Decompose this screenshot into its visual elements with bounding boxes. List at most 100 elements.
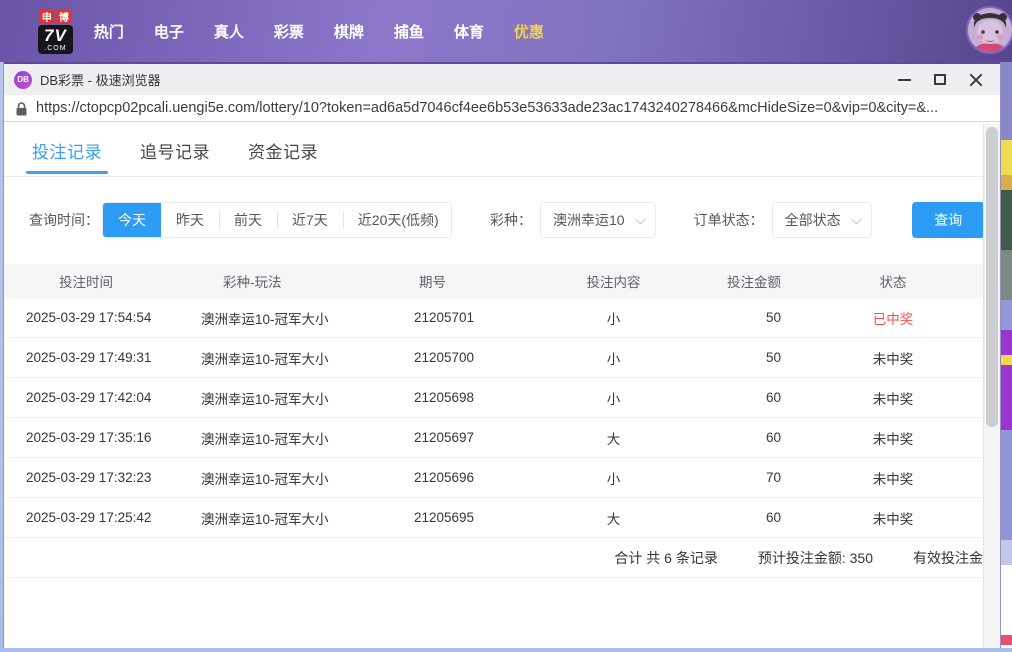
cell-game: 澳洲幸运10-冠军大小 [201,351,329,367]
filter-bar: 查询时间： 今天 昨天 前天 近7天 近20天(低频) 彩种： 澳洲幸运10 订单状态：… [4,201,985,239]
cell-status: 未中奖 [872,471,914,487]
logo-badge-bo: 博 [56,8,72,24]
table-row: 2025-03-29 17:35:16 澳洲幸运10-冠军大小 21205697 大 6… [4,418,985,458]
cell-amount: 70 [765,470,781,485]
cell-content: 小 [606,351,621,367]
main-nav-menu: 热门 电子 真人 彩票 棋牌 捕鱼 体育 优惠 [79,21,559,42]
nav-item-7[interactable]: 优惠 [499,21,559,42]
column-header-2: 期号 [419,275,446,290]
cell-game: 澳洲幸运10-冠军大小 [201,471,329,487]
tab-chase-records[interactable]: 追号记录 [140,124,210,176]
maximize-button[interactable] [922,64,958,95]
page-content: 投注记录 追号记录 资金记录 查询时间： 今天 昨天 前天 近7天 近20天(低频) 彩… [4,124,985,652]
column-header-0: 投注时间 [59,275,113,290]
cell-status: 未中奖 [872,431,914,447]
close-button[interactable] [958,64,994,95]
lottery-select[interactable]: 澳洲幸运10 [540,202,656,238]
table-header-row: 投注时间 彩种-玩法 期号 投注内容 投注金额 状态 [4,264,985,298]
cell-content: 大 [606,511,621,527]
cell-status: 未中奖 [872,511,914,527]
user-avatar[interactable] [966,6,1012,54]
cell-status: 未中奖 [872,351,914,367]
nav-item-4[interactable]: 棋牌 [319,21,379,42]
cell-time: 2025-03-29 17:54:54 [26,310,152,325]
site-logo[interactable]: 申 博 7V .COM [38,8,73,54]
avatar-illustration [968,8,1012,52]
vertical-scrollbar[interactable] [983,124,1000,652]
column-header-4: 投注金额 [727,275,781,290]
logo-box: 7V .COM [38,24,73,54]
cell-time: 2025-03-29 17:49:31 [26,350,152,365]
cell-content: 小 [606,471,621,487]
table-row: 2025-03-29 17:32:23 澳洲幸运10-冠军大小 21205696 小 7… [4,458,985,498]
lock-icon [16,101,27,115]
address-bar[interactable]: https://ctopcp02pcali.uengi5e.com/lotter… [4,95,1000,122]
summary-total: 合计 共 6 条记录 [614,549,718,566]
summary-estimated-amount: 预计投注金额: 350 [757,549,873,566]
nav-item-6[interactable]: 体育 [439,21,499,42]
cell-amount: 60 [765,390,781,405]
order-status-value: 全部状态 [784,212,841,228]
scrollbar-thumb[interactable] [986,127,998,427]
minimize-button[interactable] [886,64,922,95]
minimize-icon [897,78,911,81]
cell-game: 澳洲幸运10-冠军大小 [201,511,329,527]
cell-amount: 60 [765,430,781,445]
chevron-down-icon [635,214,646,225]
table-row: 2025-03-29 17:25:42 澳洲幸运10-冠军大小 21205695 大 6… [4,498,985,538]
time-range-group: 今天 昨天 前天 近7天 近20天(低频) [102,202,452,238]
cell-time: 2025-03-29 17:25:42 [26,510,152,525]
lottery-filter-label: 彩种： [490,212,532,228]
window-controls [886,64,994,95]
window-title: DB彩票 - 极速浏览器 [40,73,161,88]
cell-time: 2025-03-29 17:35:16 [26,430,152,445]
time-option-3[interactable]: 近7天 [277,203,343,237]
nav-item-5[interactable]: 捕鱼 [379,21,439,42]
cell-issue: 21205698 [414,390,475,405]
column-header-1: 彩种-玩法 [223,275,282,290]
cell-status: 已中奖 [872,311,914,327]
cell-time: 2025-03-29 17:32:23 [26,470,152,485]
time-filter-label: 查询时间： [29,212,99,228]
time-option-4[interactable]: 近20天(低频) [342,203,451,237]
nav-item-3[interactable]: 彩票 [259,21,319,42]
table-summary-row: 合计 共 6 条记录 预计投注金额: 350 有效投注金 [4,538,985,578]
cell-issue: 21205695 [414,510,475,525]
tab-bet-records[interactable]: 投注记录 [26,124,108,176]
cell-status: 未中奖 [872,391,914,407]
time-option-0[interactable]: 今天 [103,203,161,237]
nav-item-2[interactable]: 真人 [199,21,259,42]
cell-amount: 60 [765,510,781,525]
logo-badges: 申 博 [39,8,72,24]
background-app-sliver-right [1001,62,1012,652]
cell-game: 澳洲幸运10-冠军大小 [201,431,329,447]
table-row: 2025-03-29 17:49:31 澳洲幸运10-冠军大小 21205700 小 5… [4,338,985,378]
cell-issue: 21205696 [414,470,475,485]
cell-issue: 21205697 [414,430,475,445]
lottery-select-value: 澳洲幸运10 [553,212,625,228]
nav-item-0[interactable]: 热门 [79,21,139,42]
search-button[interactable]: 查询 [911,202,985,238]
casino-top-nav: 申 博 7V .COM 热门 电子 真人 彩票 棋牌 捕鱼 体育 优惠 [0,0,1012,62]
table-row: 2025-03-29 17:54:54 澳洲幸运10-冠军大小 21205701 小 5… [4,298,985,338]
logo-suffix-text: .COM [44,44,67,52]
tab-fund-records[interactable]: 资金记录 [248,124,318,176]
summary-valid-amount: 有效投注金 [913,549,983,566]
time-option-1[interactable]: 昨天 [161,203,219,237]
table-body: 2025-03-29 17:54:54 澳洲幸运10-冠军大小 21205701 小 5… [4,298,985,538]
cell-amount: 50 [765,350,781,365]
window-titlebar[interactable]: DB DB彩票 - 极速浏览器 [4,62,1000,95]
url-text: https://ctopcp02pcali.uengi5e.com/lotter… [36,100,939,116]
record-tabs: 投注记录 追号记录 资金记录 [4,124,985,177]
cell-issue: 21205700 [414,350,475,365]
column-header-3: 投注内容 [586,275,641,290]
browser-window: DB DB彩票 - 极速浏览器 https://ctopcp02pcali.ue… [3,62,1001,652]
logo-main-text: 7V [44,25,67,45]
cell-time: 2025-03-29 17:42:04 [26,390,152,405]
time-option-2[interactable]: 前天 [219,203,277,237]
cell-content: 大 [606,431,621,447]
order-status-select[interactable]: 全部状态 [771,202,872,238]
table-row: 2025-03-29 17:42:04 澳洲幸运10-冠军大小 21205698 小 6… [4,378,985,418]
nav-item-1[interactable]: 电子 [139,21,199,42]
logo-badge-shen: 申 [39,8,55,24]
